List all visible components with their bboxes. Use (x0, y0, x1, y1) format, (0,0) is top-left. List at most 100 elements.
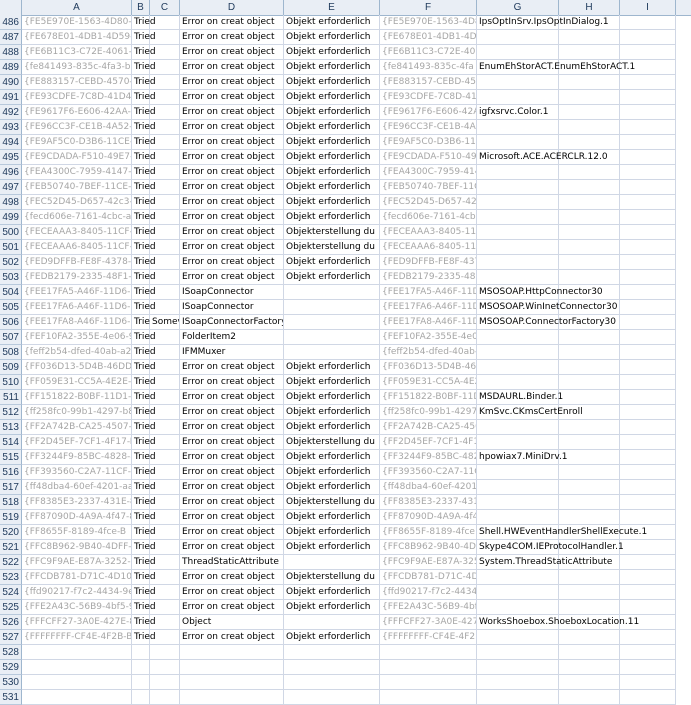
cell-clsid[interactable]: {FEE17FA6-A46F-11D6-9 (22, 300, 132, 315)
cell-interface[interactable]: Error on creat object (180, 465, 284, 480)
cell-h[interactable] (559, 645, 620, 660)
row-number[interactable]: 514 (0, 435, 22, 450)
cell-i[interactable] (620, 675, 676, 690)
cell-status[interactable]: Tried (132, 240, 156, 255)
cell-progid[interactable]: MSOSOAP.ConnectorFactory30 (477, 315, 616, 330)
cell-h[interactable] (559, 120, 620, 135)
cell-clsid[interactable]: {FF8655F-8189-4fce-B (22, 525, 132, 540)
cell-clsid-full[interactable]: {FE5E970E-1563-4D8 (380, 15, 477, 30)
row-number[interactable]: 512 (0, 405, 22, 420)
cell-i[interactable] (620, 600, 676, 615)
cell-progid[interactable] (477, 165, 559, 180)
cell-h[interactable] (559, 105, 620, 120)
column-header-i[interactable]: I (620, 0, 676, 15)
cell-clsid-full[interactable]: {FE96CC3F-CE1B-4A52-8896-199816D939CF} (380, 120, 477, 135)
cell-i[interactable] (620, 345, 676, 360)
cell-clsid[interactable]: {FFFFFFFF-CF4E-4F2B-BD (22, 630, 132, 645)
cell-i[interactable] (620, 540, 676, 555)
cell-clsid[interactable]: {FEA4300C-7959-4147-B (22, 165, 132, 180)
cell-progid[interactable] (477, 270, 559, 285)
cell-interface[interactable]: Error on creat object (180, 540, 284, 555)
cell-error[interactable]: Objekt erforderlich (284, 75, 380, 90)
cell-progid[interactable] (477, 30, 559, 45)
cell-error[interactable]: Objekt erforderlich (284, 15, 380, 30)
cell-status[interactable]: Tried (132, 75, 156, 90)
cell-clsid-full[interactable]: {FEB50740-7BEF-11CE-9BD9-0000E202599C} (380, 180, 477, 195)
cell-progid[interactable] (477, 195, 559, 210)
cell-h[interactable] (559, 270, 620, 285)
cell-error[interactable] (284, 330, 380, 345)
cell-interface[interactable]: Error on creat object (180, 105, 284, 120)
cell-clsid[interactable] (22, 660, 132, 675)
cell-interface[interactable]: Error on creat object (180, 405, 284, 420)
cell-i[interactable] (620, 660, 676, 675)
cell-error[interactable] (284, 555, 380, 570)
cell-status[interactable]: Tried (132, 600, 156, 615)
cell-i[interactable] (620, 390, 676, 405)
row-number[interactable]: 523 (0, 570, 22, 585)
cell-i[interactable] (620, 135, 676, 150)
cell-clsid-full[interactable]: {FFCDB781-D71C-4D10-BD5F-0492EAFFD90A} (380, 570, 477, 585)
row-number[interactable]: 486 (0, 15, 22, 30)
cell-status[interactable]: Tried (132, 555, 156, 570)
row-number[interactable]: 511 (0, 390, 22, 405)
row-number[interactable]: 493 (0, 120, 22, 135)
cell-clsid-full[interactable]: {FF2D45EF-7CF1-4F17-B19A-E722572CFCF6} (380, 435, 477, 450)
cell-i[interactable] (620, 690, 676, 705)
cell-clsid[interactable] (22, 645, 132, 660)
cell-clsid[interactable]: {FEE17FA5-A46F-11D6-9 (22, 285, 132, 300)
cell-progid[interactable] (477, 645, 559, 660)
row-number[interactable]: 488 (0, 45, 22, 60)
cell-error[interactable]: Objekterstellung du (284, 435, 380, 450)
row-number[interactable]: 506 (0, 315, 22, 330)
row-number[interactable]: 499 (0, 210, 22, 225)
cell-progid[interactable]: igfxsrvc.Color.1 (477, 105, 559, 120)
cell-c[interactable] (150, 660, 180, 675)
cell-clsid[interactable]: {FE678E01-4DB1-4D59- (22, 30, 132, 45)
cell-clsid-full[interactable]: {FE9617F6-E606-42AA (380, 105, 477, 120)
cell-status[interactable]: Tried (132, 465, 156, 480)
cell-clsid-full[interactable]: {FF87090D-4A9A-4f47-879B-29A80C355D61} (380, 510, 477, 525)
cell-status[interactable]: Tried (132, 405, 156, 420)
cell-interface[interactable]: IFMMuxer (180, 345, 284, 360)
cell-interface[interactable]: Error on creat object (180, 420, 284, 435)
cell-clsid[interactable]: {FF393560-C2A7-11CF-B (22, 465, 132, 480)
cell-clsid[interactable]: {FEB50740-7BEF-11CE-9 (22, 180, 132, 195)
cell-error[interactable]: Objekterstellung du (284, 225, 380, 240)
cell-progid[interactable] (477, 210, 559, 225)
cell-i[interactable] (620, 90, 676, 105)
cell-progid[interactable]: Skype4COM.IEProtocolHandler.1 (477, 540, 624, 555)
cell-h[interactable] (559, 45, 620, 60)
cell-status[interactable]: Tried (132, 630, 156, 645)
row-number[interactable]: 519 (0, 510, 22, 525)
cell-status[interactable]: Tried (132, 90, 156, 105)
cell-clsid-full[interactable] (380, 675, 477, 690)
cell-clsid[interactable] (22, 675, 132, 690)
cell-status[interactable]: Tried (132, 180, 156, 195)
cell-progid[interactable] (477, 345, 559, 360)
row-number[interactable]: 529 (0, 660, 22, 675)
cell-clsid[interactable]: {ffd90217-f7c2-4434-9e (22, 585, 132, 600)
cell-status[interactable]: Tried (132, 45, 156, 60)
cell-clsid[interactable]: {FFCDB781-D71C-4D10- (22, 570, 132, 585)
cell-error[interactable]: Objekt erforderlich (284, 360, 380, 375)
cell-status[interactable]: Tried (132, 135, 156, 150)
row-number[interactable]: 487 (0, 30, 22, 45)
cell-h[interactable] (559, 585, 620, 600)
cell-i[interactable] (620, 450, 676, 465)
cell-clsid-full[interactable]: {FEC52D45-D657-42c3-B43E-BF64B95E7072} (380, 195, 477, 210)
cell-error[interactable]: Objekt erforderlich (284, 540, 380, 555)
cell-clsid[interactable]: {FED9DFFB-FE8F-4378-A (22, 255, 132, 270)
cell-status[interactable]: Tried (132, 525, 156, 540)
row-number[interactable]: 520 (0, 525, 22, 540)
cell-clsid-full[interactable]: {FEE17FA5-A46F-11D (380, 285, 477, 300)
cell-clsid[interactable]: {FFFCFF27-3A0E-427E-8 (22, 615, 132, 630)
cell-status[interactable]: Tried (132, 570, 156, 585)
cell-h[interactable] (559, 465, 620, 480)
select-all-corner[interactable] (0, 0, 22, 15)
cell-interface[interactable]: Error on creat object (180, 525, 284, 540)
cell-interface[interactable]: Error on creat object (180, 480, 284, 495)
column-header-h[interactable]: H (559, 0, 620, 15)
cell-progid[interactable] (477, 570, 559, 585)
row-number[interactable]: 497 (0, 180, 22, 195)
